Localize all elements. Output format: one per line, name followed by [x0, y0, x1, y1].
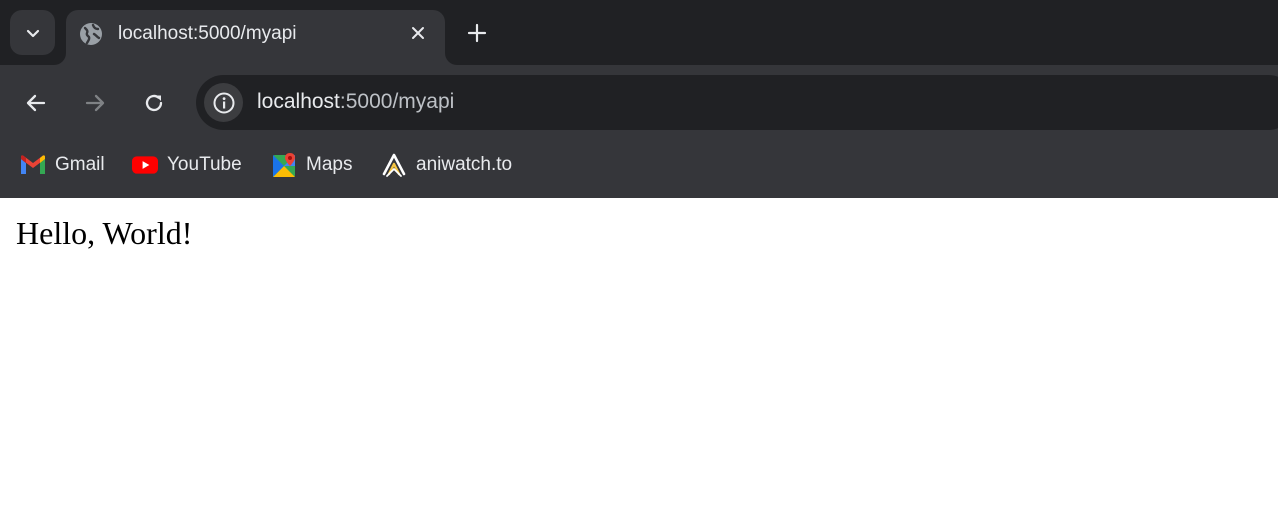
- arrow-left-icon: [26, 94, 46, 112]
- bookmarks-bar: Gmail YouTube Maps aniwatch.to: [0, 147, 1278, 183]
- tab-title: localhost:5000/myapi: [118, 23, 297, 44]
- youtube-icon: [132, 152, 158, 178]
- browser-window: localhost:5000/myapi localhost:5000/myap…: [0, 0, 1278, 521]
- url-text[interactable]: localhost:5000/myapi: [257, 88, 454, 116]
- globe-icon: [80, 23, 102, 45]
- aniwatch-icon: [381, 152, 407, 178]
- back-button[interactable]: [21, 88, 51, 118]
- tab-close-button[interactable]: [406, 21, 430, 45]
- bookmark-label: Maps: [306, 154, 353, 175]
- bookmark-label: aniwatch.to: [416, 154, 513, 175]
- forward-button[interactable]: [80, 88, 110, 118]
- arrow-right-icon: [85, 94, 105, 112]
- new-tab-button[interactable]: [464, 20, 490, 46]
- url-host: localhost: [257, 90, 340, 113]
- tab-strip: localhost:5000/myapi: [0, 0, 1278, 65]
- plus-icon: [467, 23, 487, 43]
- close-icon: [412, 27, 424, 39]
- page-body-text: Hello, World!: [16, 215, 193, 251]
- site-info-button[interactable]: [204, 83, 243, 122]
- url-path: :5000/myapi: [339, 90, 455, 113]
- bookmark-label: YouTube: [167, 154, 242, 175]
- bookmark-aniwatch[interactable]: aniwatch.to: [381, 147, 512, 183]
- info-icon: [213, 92, 234, 113]
- bookmark-youtube[interactable]: YouTube: [132, 147, 242, 183]
- page-content: Hello, World!: [0, 198, 1278, 521]
- bookmark-label: Gmail: [55, 154, 105, 175]
- chevron-down-icon: [26, 29, 39, 37]
- maps-icon: [271, 152, 297, 178]
- tab-active[interactable]: localhost:5000/myapi: [66, 10, 445, 65]
- reload-icon: [145, 94, 163, 112]
- toolbar: localhost:5000/myapi Gmail YouTube Maps …: [0, 65, 1278, 198]
- gmail-icon: [20, 152, 46, 178]
- address-bar[interactable]: localhost:5000/myapi: [196, 75, 1278, 130]
- bookmark-maps[interactable]: Maps: [271, 147, 352, 183]
- reload-button[interactable]: [139, 88, 169, 118]
- bookmark-gmail[interactable]: Gmail: [20, 147, 105, 183]
- tab-search-button[interactable]: [10, 10, 55, 55]
